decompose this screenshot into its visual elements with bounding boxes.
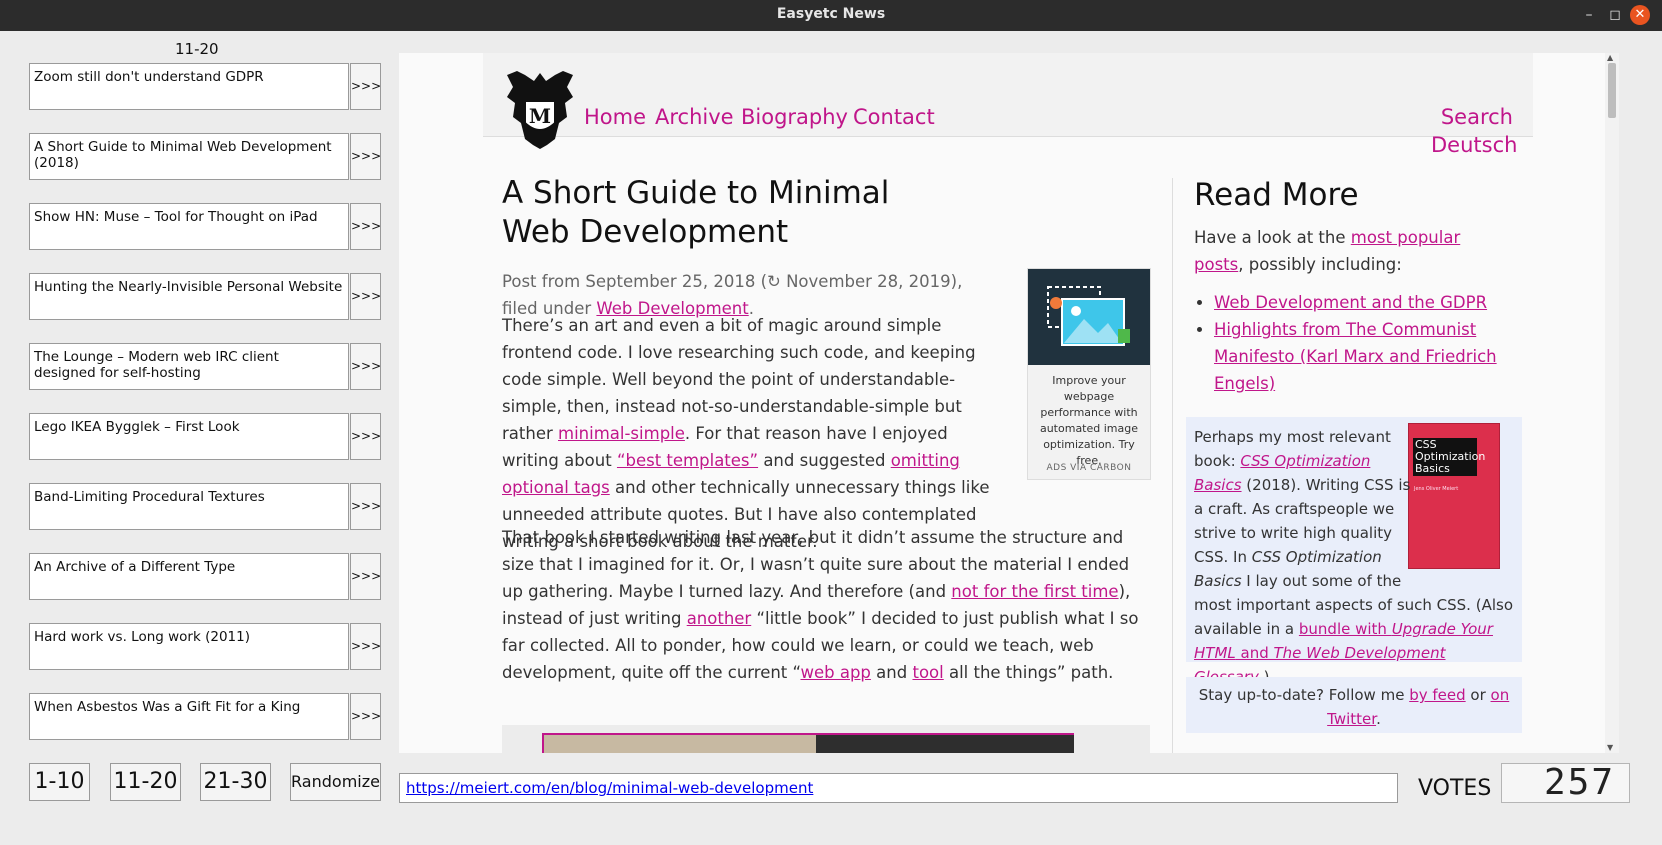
text: or xyxy=(1465,686,1491,704)
story-title[interactable]: Hunting the Nearly-Invisible Personal We… xyxy=(29,273,349,320)
story-item: The Lounge – Modern web IRC client desig… xyxy=(29,343,381,390)
minimize-icon[interactable]: – xyxy=(1578,4,1600,26)
language-switch-link[interactable]: Deutsch xyxy=(1431,133,1517,157)
text: and suggested xyxy=(758,451,891,470)
column-divider xyxy=(1172,178,1173,753)
feed-link[interactable]: by feed xyxy=(1409,686,1465,704)
story-item: Lego IKEA Bygglek – First Look >>> xyxy=(29,413,381,460)
story-title[interactable]: A Short Guide to Minimal Web Development… xyxy=(29,133,349,180)
story-title[interactable]: The Lounge – Modern web IRC client desig… xyxy=(29,343,349,390)
article-url-link[interactable]: https://meiert.com/en/blog/minimal-web-d… xyxy=(399,773,1398,803)
story-title[interactable]: Show HN: Muse – Tool for Thought on iPad xyxy=(29,203,349,250)
link-not-for-the-first-time[interactable]: not for the first time xyxy=(951,582,1118,601)
text: . xyxy=(1376,710,1381,728)
page-button-21-30[interactable]: 21-30 xyxy=(200,763,271,801)
story-title[interactable]: Zoom still don't understand GDPR xyxy=(29,63,349,110)
close-icon[interactable]: ✕ xyxy=(1630,5,1650,25)
story-item: Hunting the Nearly-Invisible Personal We… xyxy=(29,273,381,320)
article-figure xyxy=(502,725,1150,753)
story-item: A Short Guide to Minimal Web Development… xyxy=(29,133,381,180)
open-story-button[interactable]: >>> xyxy=(350,63,381,110)
text: all the things” path. xyxy=(943,663,1114,682)
text: Stay up-to-date? Follow me xyxy=(1198,686,1410,704)
story-title[interactable]: An Archive of a Different Type xyxy=(29,553,349,600)
logo-letter: M xyxy=(529,104,551,128)
ad-image[interactable] xyxy=(1028,269,1150,365)
book-promo: CSS Optimization Basics Jens Oliver Meie… xyxy=(1186,417,1522,686)
eagle-logo-icon[interactable]: M xyxy=(503,67,577,149)
story-item: Hard work vs. Long work (2011) >>> xyxy=(29,623,381,670)
story-item: Show HN: Muse – Tool for Thought on iPad… xyxy=(29,203,381,250)
open-story-button[interactable]: >>> xyxy=(350,623,381,670)
story-item: An Archive of a Different Type >>> xyxy=(29,553,381,600)
open-story-button[interactable]: >>> xyxy=(350,413,381,460)
story-item: When Asbestos Was a Gift Fit for a King … xyxy=(29,693,381,740)
scroll-up-icon[interactable]: ▲ xyxy=(1607,53,1613,62)
scroll-down-icon[interactable]: ▼ xyxy=(1607,743,1613,752)
list-item: Highlights from The Communist Manifesto … xyxy=(1214,316,1534,397)
story-title[interactable]: Band-Limiting Procedural Textures xyxy=(29,483,349,530)
text: and xyxy=(870,663,913,682)
story-item: Zoom still don't understand GDPR >>> xyxy=(29,63,381,110)
article-paragraph-2: That book I started writing last year, b… xyxy=(502,524,1152,686)
ad-via-label[interactable]: ADS VIA CARBON xyxy=(1028,463,1150,473)
article-paragraph-1: There’s an art and even a bit of magic a… xyxy=(502,312,1002,555)
story-item: Band-Limiting Procedural Textures >>> xyxy=(29,483,381,530)
read-more-link[interactable]: Web Development and the GDPR xyxy=(1214,293,1487,312)
story-title[interactable]: Hard work vs. Long work (2011) xyxy=(29,623,349,670)
open-story-button[interactable]: >>> xyxy=(350,483,381,530)
carbon-ad[interactable]: Improve your webpage performance with au… xyxy=(1027,268,1151,480)
link-minimal-simple[interactable]: minimal-simple xyxy=(558,424,685,443)
open-story-button[interactable]: >>> xyxy=(350,203,381,250)
article-title: A Short Guide to Minimal Web Development xyxy=(502,175,890,250)
nav-biography[interactable]: Biography xyxy=(741,105,848,129)
current-page-label: 11-20 xyxy=(175,40,219,58)
ad-text[interactable]: Improve your webpage performance with au… xyxy=(1034,373,1144,469)
link-tool[interactable]: tool xyxy=(912,663,943,682)
maximize-icon[interactable]: ◻ xyxy=(1604,4,1626,26)
window-title: Easyetc News xyxy=(776,6,886,22)
vertical-scrollbar[interactable]: ▲ ▼ xyxy=(1605,53,1619,753)
votes-counter: 257 xyxy=(1501,763,1630,803)
read-more-title: Read More xyxy=(1194,177,1359,213)
link-another[interactable]: another xyxy=(687,609,752,628)
link-web-app[interactable]: web app xyxy=(800,663,870,682)
text: , possibly including: xyxy=(1238,255,1402,274)
web-view[interactable]: M Home Archive Biography Contact Search … xyxy=(399,53,1619,753)
figure-image xyxy=(542,733,1074,753)
text: bundle with xyxy=(1298,620,1392,638)
votes-label: VOTES xyxy=(1418,776,1492,801)
open-story-button[interactable]: >>> xyxy=(350,343,381,390)
text: Have a look at the xyxy=(1194,228,1351,247)
nav-archive[interactable]: Archive xyxy=(655,105,734,129)
randomize-button[interactable]: Randomize xyxy=(290,763,381,801)
book-promo-text: Perhaps my most relevant book: CSS Optim… xyxy=(1194,425,1514,689)
image-optimization-icon xyxy=(1047,286,1130,346)
window-titlebar: Easyetc News – ◻ ✕ xyxy=(0,0,1662,31)
site-header: M Home Archive Biography Contact Search xyxy=(483,53,1533,149)
story-title[interactable]: When Asbestos Was a Gift Fit for a King xyxy=(29,693,349,740)
read-more-intro: Have a look at the most popular posts, p… xyxy=(1194,224,1514,278)
nav-home[interactable]: Home xyxy=(584,105,646,129)
open-story-button[interactable]: >>> xyxy=(350,693,381,740)
nav-search[interactable]: Search xyxy=(1441,105,1513,129)
page-button-1-10[interactable]: 1-10 xyxy=(29,763,90,801)
link-best-templates[interactable]: “best templates” xyxy=(617,451,758,470)
open-story-button[interactable]: >>> xyxy=(350,553,381,600)
scrollbar-thumb[interactable] xyxy=(1608,63,1616,118)
text: and xyxy=(1235,644,1274,662)
page-button-11-20[interactable]: 11-20 xyxy=(110,763,181,801)
read-more-list: Web Development and the GDPR Highlights … xyxy=(1194,289,1534,397)
follow-box: Stay up-to-date? Follow me by feed or on… xyxy=(1186,677,1522,733)
open-story-button[interactable]: >>> xyxy=(350,133,381,180)
read-more-link[interactable]: Highlights from The Communist Manifesto … xyxy=(1214,320,1497,393)
nav-contact[interactable]: Contact xyxy=(853,105,935,129)
story-title[interactable]: Lego IKEA Bygglek – First Look xyxy=(29,413,349,460)
open-story-button[interactable]: >>> xyxy=(350,273,381,320)
list-item: Web Development and the GDPR xyxy=(1214,289,1534,316)
